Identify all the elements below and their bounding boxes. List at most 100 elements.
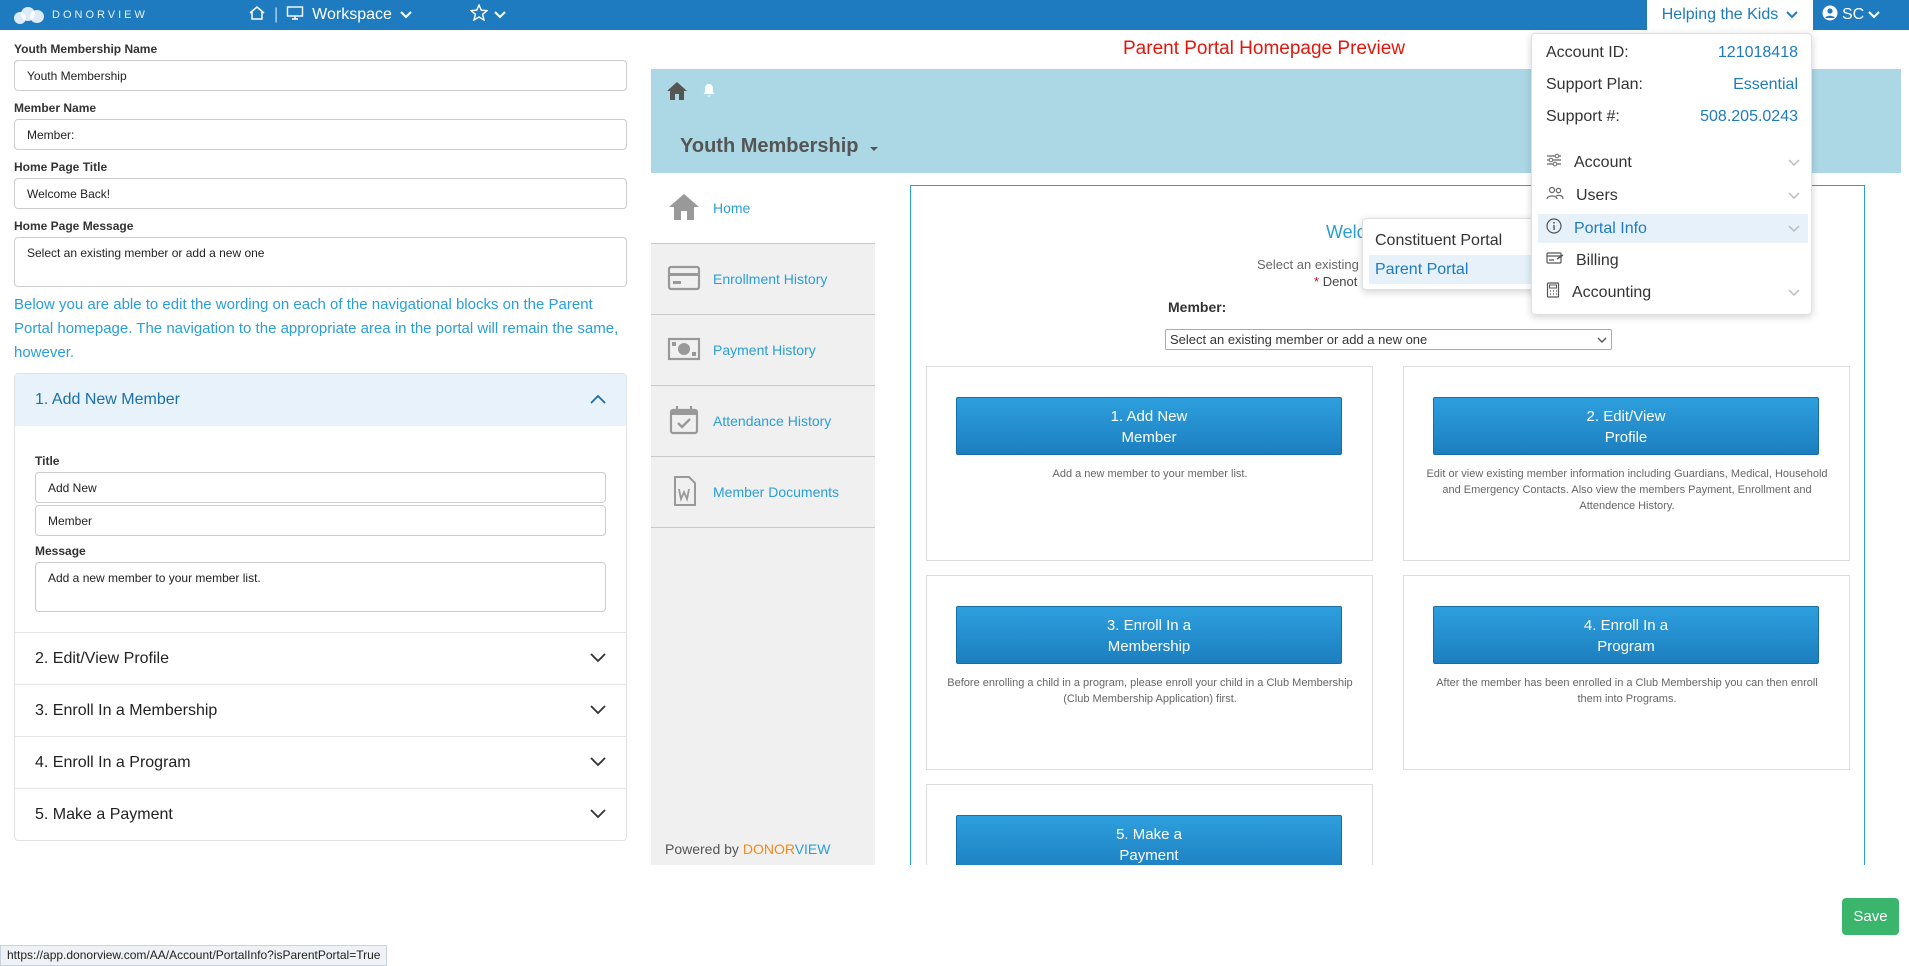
menu-item-billing[interactable]: Billing — [1538, 246, 1808, 275]
home-page-message-textarea[interactable]: Select an existing member or add a new o… — [14, 237, 627, 287]
make-payment-button[interactable]: 5. Make a Payment — [956, 815, 1342, 865]
monitor-icon — [286, 5, 304, 26]
nav-divider: | — [274, 6, 279, 23]
calculator-icon — [1546, 282, 1560, 303]
nav-label: Home — [713, 200, 751, 216]
donorview-logo[interactable]: DONORVIEW — [14, 4, 148, 26]
accordion-title: 4. Enroll In a Program — [35, 753, 191, 771]
logo-cloud-icon — [14, 5, 46, 25]
nav-label: Attendance History — [713, 413, 832, 429]
home-icon[interactable] — [666, 81, 688, 106]
account-id-row: Account ID: 121018418 — [1546, 44, 1798, 62]
block-message-textarea[interactable]: Add a new member to your member list. — [35, 562, 606, 612]
preview-nav-attendance-history[interactable]: Attendance History — [651, 386, 875, 457]
accordion-header-add-new-member[interactable]: 1. Add New Member — [15, 374, 626, 426]
logo-text: DONORVIEW — [52, 9, 148, 21]
chevron-up-icon[interactable] — [590, 391, 606, 409]
status-bar-url: https://app.donorview.com/AA/Account/Por… — [0, 945, 388, 966]
chevron-down-icon[interactable] — [494, 6, 506, 24]
powered-by: Powered by DONORVIEW — [665, 841, 830, 857]
user-menu-button[interactable]: SC — [1822, 0, 1880, 30]
accordion-title: 1. Add New Member — [35, 391, 180, 408]
info-circle-icon — [1546, 218, 1562, 239]
chevron-down-icon[interactable] — [590, 702, 606, 720]
favorites-menu[interactable] — [469, 0, 506, 30]
chevron-down-icon[interactable] — [590, 806, 606, 824]
org-menu-button[interactable]: Helping the Kids — [1647, 0, 1813, 30]
block-description: Add a new member to your member list. — [1052, 468, 1248, 480]
org-name: Helping the Kids — [1661, 6, 1779, 23]
portal-info-submenu: Constituent Portal Parent Portal — [1362, 218, 1538, 290]
chevron-down-icon — [1786, 6, 1798, 24]
menu-item-label: Users — [1576, 186, 1618, 204]
menu-item-users[interactable]: Users — [1538, 181, 1808, 210]
accordion-header-enroll-program[interactable]: 4. Enroll In a Program — [15, 736, 626, 788]
field-label: Youth Membership Name — [14, 42, 158, 56]
field-label: Member Name — [14, 101, 97, 115]
block-title-line1-input[interactable]: Add New — [35, 472, 606, 503]
preview-org-selector[interactable]: Youth Membership — [680, 135, 879, 158]
youth-membership-name-input[interactable]: Youth Membership — [14, 60, 627, 91]
required-asterisk: * — [1314, 274, 1320, 289]
account-id-value: 121018418 — [1717, 44, 1798, 61]
block-card-make-payment: 5. Make a Payment — [926, 784, 1373, 865]
member-label: Member: — [1168, 299, 1227, 315]
enroll-membership-button[interactable]: 3. Enroll In a Membership — [956, 606, 1342, 664]
menu-item-portal-info[interactable]: Portal Info — [1538, 214, 1808, 243]
block-title-line2-input[interactable]: Member — [35, 505, 606, 536]
preview-nav-payment-history[interactable]: Payment History — [651, 315, 875, 386]
users-icon — [1546, 186, 1564, 205]
user-initials: SC — [1842, 6, 1865, 23]
submenu-parent-portal[interactable]: Parent Portal — [1369, 255, 1533, 284]
member-select[interactable]: Select an existing member or add a new o… — [1165, 329, 1612, 350]
document-icon — [667, 475, 701, 510]
nav-label: Member Documents — [713, 484, 840, 500]
add-new-member-button[interactable]: 1. Add New Member — [956, 397, 1342, 455]
preview-nav-home[interactable]: Home — [651, 173, 875, 244]
billing-card-icon — [1546, 251, 1564, 270]
member-name-input[interactable]: Member: — [14, 119, 627, 150]
welcome-message: Select an existing — [1257, 257, 1359, 272]
menu-item-label: Account — [1574, 153, 1632, 171]
preview-nav-enrollment-history[interactable]: Enrollment History — [651, 244, 875, 315]
support-number-value: 508.205.0243 — [1700, 108, 1798, 125]
accordion-title: 2. Edit/View Profile — [35, 649, 169, 667]
account-id-label: Account ID: — [1546, 44, 1629, 61]
chevron-down-icon[interactable] — [590, 754, 606, 772]
home-icon — [667, 192, 701, 225]
sliders-icon — [1546, 153, 1562, 172]
support-number-label: Support #: — [1546, 108, 1620, 125]
menu-item-account[interactable]: Account — [1538, 148, 1808, 177]
home-icon[interactable] — [248, 5, 266, 26]
chevron-down-icon[interactable] — [400, 6, 412, 24]
powered-by-brand-donor: DONOR — [742, 841, 795, 857]
save-button[interactable]: Save — [1842, 898, 1899, 935]
bell-icon[interactable] — [702, 83, 716, 103]
top-bar: DONORVIEW | Workspace Helping the Kids S… — [0, 0, 1909, 30]
chevron-down-icon — [1788, 284, 1800, 302]
chevron-down-icon — [1788, 220, 1800, 238]
caret-down-icon — [869, 135, 879, 158]
menu-item-accounting[interactable]: Accounting — [1538, 278, 1808, 307]
accordion-body: Title Add New Member Message Add a new m… — [15, 426, 626, 632]
accordion-header-edit-view-profile[interactable]: 2. Edit/View Profile — [15, 632, 626, 684]
accordion-header-make-payment[interactable]: 5. Make a Payment — [15, 788, 626, 840]
user-icon — [1822, 5, 1838, 26]
support-plan-label: Support Plan: — [1546, 76, 1643, 93]
accordion-header-enroll-membership[interactable]: 3. Enroll In a Membership — [15, 684, 626, 736]
field-label: Home Page Message — [14, 219, 134, 233]
enroll-program-button[interactable]: 4. Enroll In a Program — [1433, 606, 1819, 664]
required-note-text: Denot — [1322, 274, 1358, 289]
nav-label: Enrollment History — [713, 271, 828, 287]
submenu-constituent-portal[interactable]: Constituent Portal — [1369, 226, 1533, 255]
workspace-menu[interactable]: Workspace — [312, 6, 392, 24]
star-icon[interactable] — [469, 3, 489, 26]
edit-view-profile-button[interactable]: 2. Edit/View Profile — [1433, 397, 1819, 455]
home-page-title-input[interactable]: Welcome Back! — [14, 178, 627, 209]
credit-card-icon — [667, 265, 701, 294]
chevron-down-icon[interactable] — [590, 650, 606, 668]
money-icon — [667, 337, 701, 364]
preview-sidebar: Home Enrollment History Payment History … — [651, 173, 875, 865]
chevron-down-icon — [1597, 332, 1607, 347]
preview-nav-member-documents[interactable]: Member Documents — [651, 457, 875, 528]
